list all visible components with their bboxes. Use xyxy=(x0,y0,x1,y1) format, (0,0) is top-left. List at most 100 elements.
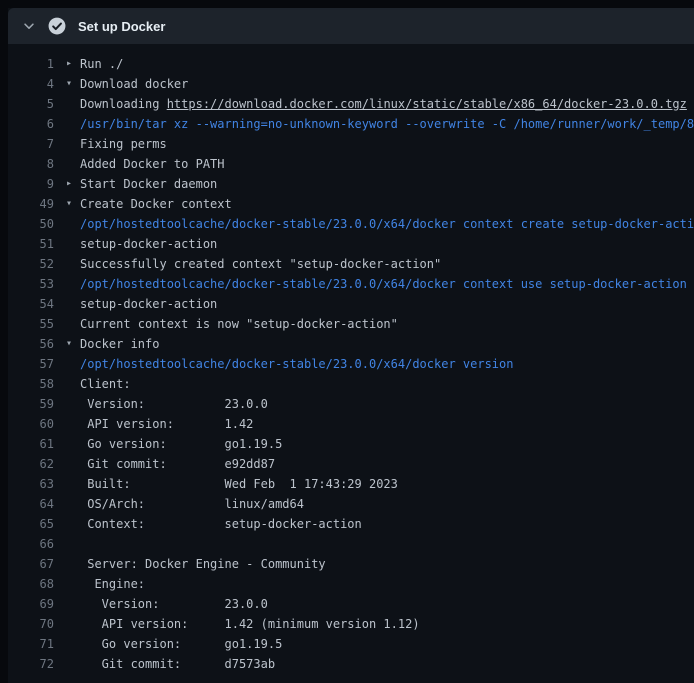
chevron-down-icon[interactable]: ▾ xyxy=(66,334,80,354)
line-number[interactable]: 51 xyxy=(8,234,54,254)
log-command-text: /opt/hostedtoolcache/docker-stable/23.0.… xyxy=(80,274,687,294)
chevron-down-icon[interactable]: ▾ xyxy=(66,74,80,94)
log-line: 62 Git commit: e92dd87 xyxy=(8,454,694,474)
line-number[interactable]: 54 xyxy=(8,294,54,314)
line-number[interactable]: 55 xyxy=(8,314,54,334)
log-line[interactable]: 9 ▸Start Docker daemon xyxy=(8,174,694,194)
log-line: 69 Version: 23.0.0 xyxy=(8,594,694,614)
log-line[interactable]: 56 ▾Docker info xyxy=(8,334,694,354)
log-line: 68 Engine: xyxy=(8,574,694,594)
line-number[interactable]: 9 xyxy=(8,174,54,194)
log-line: 71 Go version: go1.19.5 xyxy=(8,634,694,654)
log-text: Engine: xyxy=(80,574,145,594)
log-line: 60 API version: 1.42 xyxy=(8,414,694,434)
log-line: 65 Context: setup-docker-action xyxy=(8,514,694,534)
chevron-down-icon[interactable]: ▾ xyxy=(66,194,80,214)
line-number[interactable]: 7 xyxy=(8,134,54,154)
line-number[interactable]: 50 xyxy=(8,214,54,234)
line-number[interactable]: 60 xyxy=(8,414,54,434)
log-line: 70 API version: 1.42 (minimum version 1.… xyxy=(8,614,694,634)
chevron-down-icon[interactable] xyxy=(22,19,36,33)
log-line: 53/opt/hostedtoolcache/docker-stable/23.… xyxy=(8,274,694,294)
line-number[interactable]: 52 xyxy=(8,254,54,274)
log-line: 58 Client: xyxy=(8,374,694,394)
log-text: Server: Docker Engine - Community xyxy=(80,554,326,574)
log-text: Client: xyxy=(80,374,131,394)
chevron-right-icon[interactable]: ▸ xyxy=(66,54,80,74)
line-number[interactable]: 64 xyxy=(8,494,54,514)
log-text: Docker info xyxy=(80,334,159,354)
log-text: API version: 1.42 (minimum version 1.12) xyxy=(80,614,420,634)
log-text: OS/Arch: linux/amd64 xyxy=(80,494,304,514)
log-text: Fixing perms xyxy=(80,134,167,154)
line-number[interactable]: 57 xyxy=(8,354,54,374)
line-number[interactable]: 65 xyxy=(8,514,54,534)
line-number[interactable]: 59 xyxy=(8,394,54,414)
log-text: API version: 1.42 xyxy=(80,414,253,434)
log-line: 63 Built: Wed Feb 1 17:43:29 2023 xyxy=(8,474,694,494)
log-text: Git commit: d7573ab xyxy=(80,654,275,674)
line-number[interactable]: 8 xyxy=(8,154,54,174)
success-check-icon xyxy=(48,17,66,35)
log-line: 57/opt/hostedtoolcache/docker-stable/23.… xyxy=(8,354,694,374)
log-line[interactable]: 4 ▾Download docker xyxy=(8,74,694,94)
log-text: Git commit: e92dd87 xyxy=(80,454,275,474)
log-line: 55 Current context is now "setup-docker-a… xyxy=(8,314,694,334)
log-text: Current context is now "setup-docker-act… xyxy=(80,314,398,334)
line-number[interactable]: 61 xyxy=(8,434,54,454)
line-number[interactable]: 70 xyxy=(8,614,54,634)
line-number[interactable]: 66 xyxy=(8,534,54,554)
line-number[interactable]: 68 xyxy=(8,574,54,594)
log-link[interactable]: https://download.docker.com/linux/static… xyxy=(167,94,687,114)
log-line: 7 Fixing perms xyxy=(8,134,694,154)
log-line: 51 setup-docker-action xyxy=(8,234,694,254)
line-number[interactable]: 72 xyxy=(8,654,54,674)
log-line: 67 Server: Docker Engine - Community xyxy=(8,554,694,574)
log-line: 59 Version: 23.0.0 xyxy=(8,394,694,414)
log-text: Version: 23.0.0 xyxy=(80,594,268,614)
log-text: Create Docker context xyxy=(80,194,232,214)
log-line[interactable]: 49 ▾Create Docker context xyxy=(8,194,694,214)
line-number[interactable]: 5 xyxy=(8,94,54,114)
log-line[interactable]: 1▸Run ./ xyxy=(8,54,694,74)
log-text: Start Docker daemon xyxy=(80,174,217,194)
log-text: setup-docker-action xyxy=(80,294,217,314)
line-number[interactable]: 67 xyxy=(8,554,54,574)
log-text: Downloading xyxy=(80,94,167,114)
line-number[interactable]: 1 xyxy=(8,54,54,74)
line-number[interactable]: 6 xyxy=(8,114,54,134)
line-number[interactable]: 4 xyxy=(8,74,54,94)
line-number[interactable]: 63 xyxy=(8,474,54,494)
chevron-right-icon[interactable]: ▸ xyxy=(66,174,80,194)
step-header[interactable]: Set up Docker xyxy=(8,8,694,44)
log-text: Context: setup-docker-action xyxy=(80,514,362,534)
line-number[interactable]: 58 xyxy=(8,374,54,394)
log-text: Built: Wed Feb 1 17:43:29 2023 xyxy=(80,474,398,494)
log-line: 52 Successfully created context "setup-do… xyxy=(8,254,694,274)
line-number[interactable]: 56 xyxy=(8,334,54,354)
log-text: Go version: go1.19.5 xyxy=(80,434,282,454)
log-line: 6/usr/bin/tar xz --warning=no-unknown-ke… xyxy=(8,114,694,134)
log-line: 5 Downloading https://download.docker.com… xyxy=(8,94,694,114)
log-command-text: /opt/hostedtoolcache/docker-stable/23.0.… xyxy=(80,214,694,234)
step-title: Set up Docker xyxy=(78,19,165,34)
log-line: 64 OS/Arch: linux/amd64 xyxy=(8,494,694,514)
log-text: Successfully created context "setup-dock… xyxy=(80,254,441,274)
log-text: Version: 23.0.0 xyxy=(80,394,268,414)
line-number[interactable]: 53 xyxy=(8,274,54,294)
log-command-text: /usr/bin/tar xz --warning=no-unknown-key… xyxy=(80,114,694,134)
line-number[interactable]: 62 xyxy=(8,454,54,474)
actions-log-panel: Set up Docker 1▸Run ./4▾Download docker5… xyxy=(8,8,694,683)
log-line: 54 setup-docker-action xyxy=(8,294,694,314)
line-number[interactable]: 49 xyxy=(8,194,54,214)
log-line: 72 Git commit: d7573ab xyxy=(8,654,694,674)
log-line: 66 xyxy=(8,534,694,554)
log-text: setup-docker-action xyxy=(80,234,217,254)
log-line: 61 Go version: go1.19.5 xyxy=(8,434,694,454)
log-text: Download docker xyxy=(80,74,188,94)
log-text: Added Docker to PATH xyxy=(80,154,225,174)
log-text: Go version: go1.19.5 xyxy=(80,634,282,654)
log-command-text: /opt/hostedtoolcache/docker-stable/23.0.… xyxy=(80,354,513,374)
line-number[interactable]: 71 xyxy=(8,634,54,654)
line-number[interactable]: 69 xyxy=(8,594,54,614)
